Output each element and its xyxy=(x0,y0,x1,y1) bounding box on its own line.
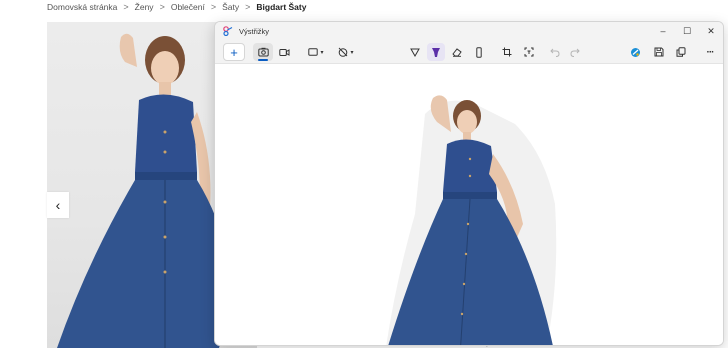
snipping-tool-window: Výstřižky – ☐ ✕ + ▾ ▾ ··· xyxy=(214,21,724,346)
copy-button[interactable] xyxy=(673,43,689,61)
snip-shape-dropdown[interactable]: ▾ xyxy=(305,43,327,61)
edit-in-paint-button[interactable] xyxy=(627,43,643,61)
ruler-icon xyxy=(476,46,482,58)
breadcrumb-separator: > xyxy=(123,2,129,12)
breadcrumb-separator: > xyxy=(210,2,217,12)
save-icon xyxy=(654,47,664,57)
video-mode-button[interactable] xyxy=(275,43,293,61)
snipping-tool-titlebar[interactable]: Výstřižky – ☐ ✕ xyxy=(215,22,723,40)
screenshot-mode-button[interactable] xyxy=(253,43,273,61)
minimize-button[interactable]: – xyxy=(651,22,675,40)
save-button[interactable] xyxy=(651,43,667,61)
breadcrumb-current: Bigdart Šaty xyxy=(256,2,307,12)
breadcrumb-dresses[interactable]: Šaty xyxy=(222,2,239,12)
paint-icon xyxy=(630,47,640,57)
snipping-tool-app-icon xyxy=(223,26,233,36)
delay-dropdown[interactable]: ▾ xyxy=(335,43,357,61)
breadcrumb-clothing[interactable]: Oblečení xyxy=(171,2,205,12)
crop-icon xyxy=(502,47,512,57)
ballpoint-pen-button[interactable] xyxy=(407,43,423,61)
breadcrumb-women[interactable]: Ženy xyxy=(135,2,154,12)
text-actions-icon xyxy=(524,47,534,57)
no-delay-icon xyxy=(339,47,348,57)
new-snip-button[interactable]: + xyxy=(223,43,245,61)
highlighter-button[interactable] xyxy=(427,43,445,61)
breadcrumb: Domovská stránka > Ženy > Oblečení > Šat… xyxy=(47,1,306,13)
ballpoint-pen-icon xyxy=(410,48,420,57)
highlighter-icon xyxy=(432,47,440,57)
undo-icon xyxy=(550,48,560,57)
video-camera-icon xyxy=(278,48,289,56)
captured-image xyxy=(386,95,557,345)
gallery-prev-arrow[interactable]: ‹ xyxy=(47,192,69,218)
chevron-down-icon: ▾ xyxy=(350,49,354,56)
eraser-icon xyxy=(452,48,462,57)
breadcrumb-separator: > xyxy=(245,2,251,12)
camera-icon xyxy=(257,47,269,57)
snipping-toolbar: + ▾ ▾ ··· xyxy=(215,40,723,64)
crop-button[interactable] xyxy=(499,43,515,61)
undo-button[interactable] xyxy=(547,43,563,61)
breadcrumb-separator: > xyxy=(159,2,165,12)
redo-icon xyxy=(570,48,580,57)
redo-button[interactable] xyxy=(567,43,583,61)
chevron-down-icon: ▾ xyxy=(320,49,324,56)
snip-canvas[interactable] xyxy=(215,64,723,345)
breadcrumb-home[interactable]: Domovská stránka xyxy=(47,2,117,12)
close-button[interactable]: ✕ xyxy=(699,22,723,40)
more-options-button[interactable]: ··· xyxy=(701,43,719,61)
eraser-button[interactable] xyxy=(449,43,465,61)
ruler-button[interactable] xyxy=(471,43,487,61)
text-actions-button[interactable] xyxy=(521,43,537,61)
maximize-button[interactable]: ☐ xyxy=(675,22,699,40)
copy-icon xyxy=(676,47,686,57)
rectangle-snip-icon xyxy=(308,47,319,56)
window-title: Výstřižky xyxy=(239,26,269,36)
